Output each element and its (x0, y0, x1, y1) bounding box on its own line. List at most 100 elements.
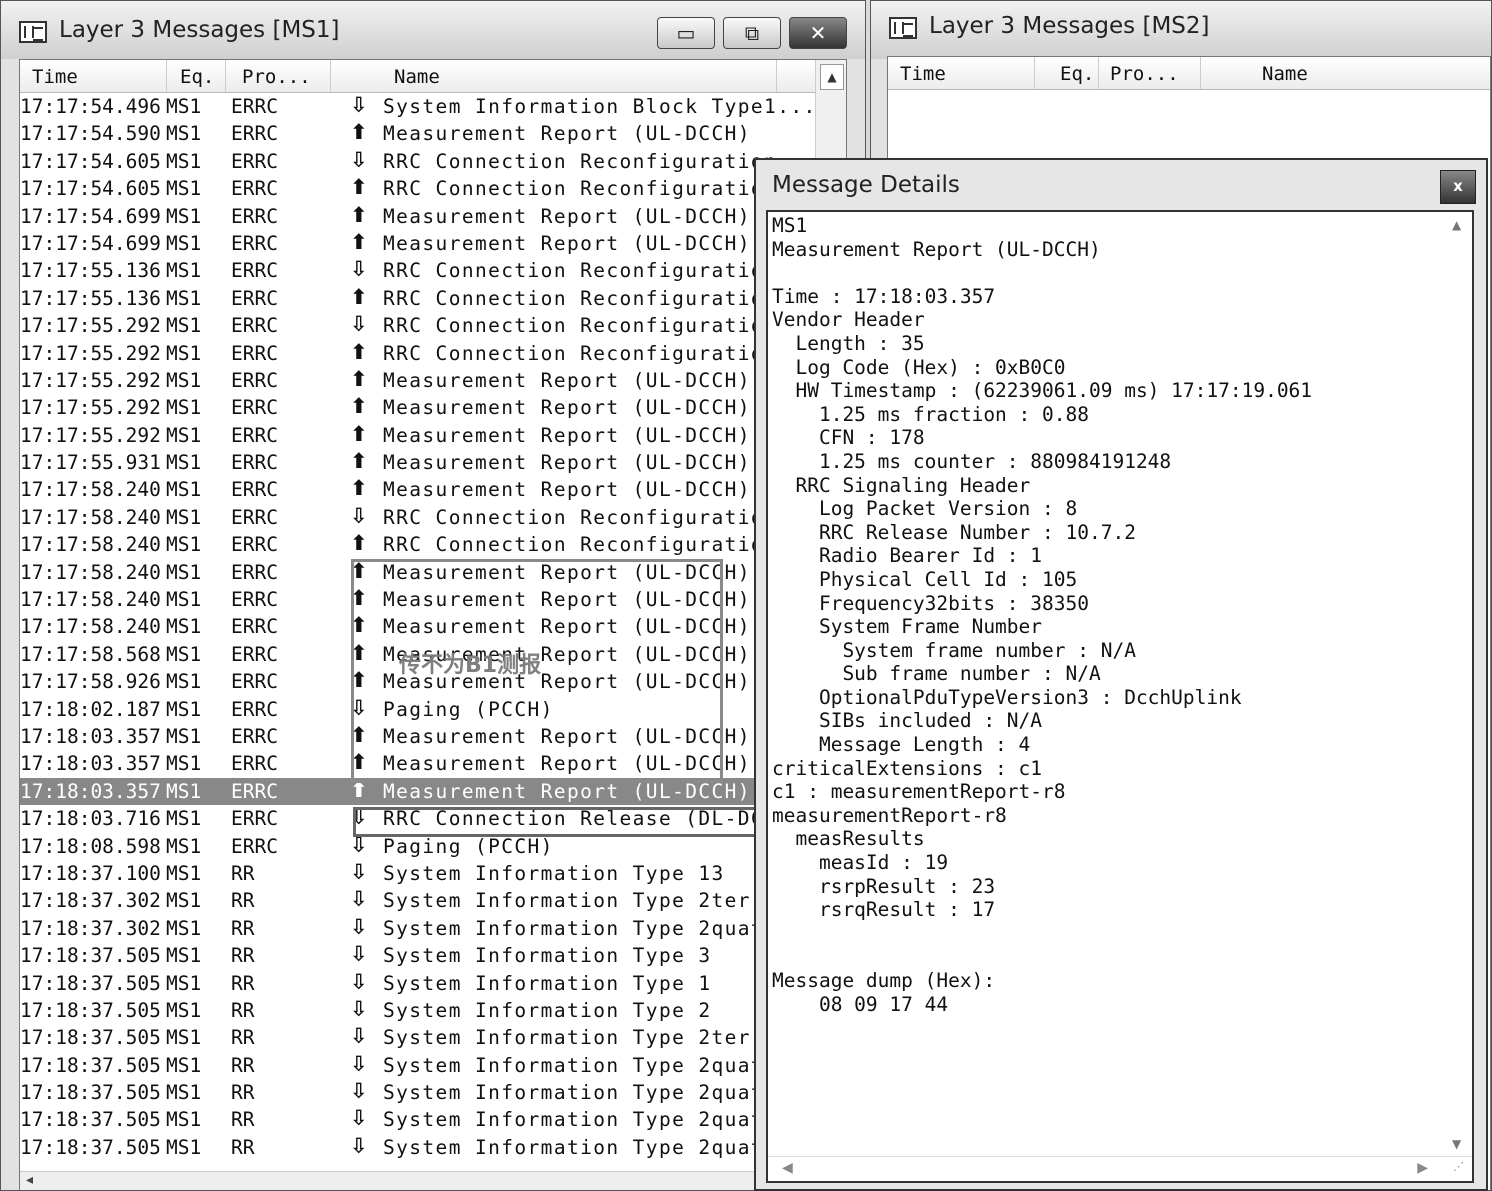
column-header-protocol[interactable]: Pro... (1110, 63, 1179, 85)
detail-line: Physical Cell Id : 105 (772, 567, 1078, 591)
detail-line: SIBs included : N/A (772, 709, 1043, 733)
scroll-up-arrow-icon[interactable]: ▲ (1452, 218, 1461, 232)
scroll-down-arrow-icon[interactable]: ▼ (1452, 1137, 1461, 1151)
scroll-left-arrow-icon[interactable]: ◂ (26, 1172, 33, 1188)
table-row[interactable]: 17:17:55.292 MS1 ERRC ⬆ RRC Connection Recon… (20, 340, 846, 367)
table-row[interactable]: 17:17:55.931 MS1 ERRC ⬆ Measurement Report (… (20, 449, 846, 476)
table-row[interactable]: 17:17:58.240 MS1 ERRC ⬆ Measurement Report (… (20, 586, 846, 613)
table-row[interactable]: 17:17:55.292 MS1 ERRC ⬆ Measurement Report (… (20, 394, 846, 421)
table-row[interactable]: 17:17:54.699 MS1 ERRC ⬆ Measurement Report (… (20, 230, 846, 257)
detail-line: Measurement Report (UL-DCCH) (772, 237, 1101, 261)
table-row[interactable]: 17:18:37.505 MS1 RR ⇩ System Information Typ… (20, 1052, 846, 1079)
table-row[interactable]: 17:18:37.505 MS1 RR ⇩ System Information Typ… (20, 942, 846, 969)
table-row[interactable]: 17:17:54.590 MS1 ERRC ⬆ Measurement Report (… (20, 120, 846, 147)
row-equipment: MS1 (166, 259, 202, 283)
column-header-name[interactable]: Name (394, 66, 440, 88)
ms1-titlebar[interactable]: Layer 3 Messages [MS1] ▭ ⧉ ✕ (1, 1, 865, 59)
column-header-protocol[interactable]: Pro... (242, 66, 311, 88)
column-header-eq[interactable]: Eq. (1060, 63, 1094, 85)
maximize-button[interactable]: ⧉ (723, 17, 781, 49)
table-row[interactable]: 17:18:37.505 MS1 RR ⇩ System Information Typ… (20, 1134, 846, 1161)
scroll-left-arrow-icon[interactable]: ◀ (782, 1160, 793, 1176)
ms2-titlebar[interactable]: Layer 3 Messages [MS2] (871, 1, 1491, 59)
row-message-name: Measurement Report (UL-DCCH) (383, 752, 751, 776)
row-protocol: RR (231, 1135, 255, 1159)
scroll-up-arrow-icon[interactable]: ▲ (820, 64, 844, 90)
table-row[interactable]: 17:17:55.292 MS1 ERRC ⬆ Measurement Report (… (20, 422, 846, 449)
row-time: 17:18:37.100 (20, 861, 161, 885)
table-row[interactable]: 17:17:58.240 MS1 ERRC ⬆ Measurement Report (… (20, 476, 846, 503)
table-row[interactable]: 17:18:37.302 MS1 RR ⇩ System Information Typ… (20, 915, 846, 942)
table-row[interactable]: 17:18:03.357 MS1 ERRC ⬆ Measurement Report (… (20, 777, 846, 806)
table-row[interactable]: 17:17:54.699 MS1 ERRC ⬆ Measurement Report (… (20, 203, 846, 230)
table-row[interactable]: 17:17:54.496 MS1 ERRC ⇩ System Information B… (20, 93, 846, 120)
table-row[interactable]: 17:17:55.136 MS1 ERRC ⬆ RRC Connection Recon… (20, 285, 846, 312)
row-message-name: System Information Type 2 (383, 998, 712, 1022)
table-row[interactable]: 17:17:58.240 MS1 ERRC ⇩ RRC Connection Recon… (20, 504, 846, 531)
row-protocol: ERRC (231, 834, 278, 858)
details-vertical-scrollbar[interactable]: ▲ ▼ (1446, 212, 1472, 1157)
table-row[interactable]: 17:18:08.598 MS1 ERRC ⇩ Paging (PCCH) (20, 833, 846, 860)
table-row[interactable]: 17:17:58.240 MS1 ERRC ⬆ RRC Connection Recon… (20, 531, 846, 558)
resize-grip-icon[interactable]: ⋰ (1453, 1160, 1464, 1173)
direction-arrow-icon: ⇩ (350, 996, 368, 1021)
table-row[interactable]: 17:17:55.292 MS1 ERRC ⬆ Measurement Report (… (20, 367, 846, 394)
message-details-body[interactable]: MS1 Measurement Report (UL-DCCH) Time : 17… (766, 210, 1474, 1183)
table-row[interactable]: 17:17:58.240 MS1 ERRC ⬆ Measurement Report (… (20, 559, 846, 586)
column-header-time[interactable]: Time (900, 63, 946, 85)
column-header-name[interactable]: Name (1262, 63, 1308, 85)
table-row[interactable]: 17:18:02.187 MS1 ERRC ⇩ Paging (PCCH) (20, 696, 846, 723)
row-time: 17:17:55.136 (20, 286, 161, 310)
table-row[interactable]: 17:18:37.302 MS1 RR ⇩ System Information Typ… (20, 887, 846, 914)
table-row[interactable]: 17:18:03.716 MS1 ERRC ⇩ RRC Connection Relea… (20, 805, 846, 832)
detail-line: Radio Bearer Id : 1 (772, 544, 1043, 568)
layer3-messages-ms1-window: Layer 3 Messages [MS1] ▭ ⧉ ✕ Time Eq. Pr… (0, 0, 866, 1191)
close-button[interactable]: x (1440, 170, 1476, 204)
row-equipment: MS1 (166, 231, 202, 255)
row-time: 17:18:37.505 (20, 1081, 161, 1105)
direction-arrow-icon: ⇩ (350, 1133, 368, 1158)
ms1-window-title: Layer 3 Messages [MS1] (59, 17, 340, 43)
minimize-button[interactable]: ▭ (657, 17, 715, 49)
direction-arrow-icon: ⇩ (350, 832, 368, 857)
row-equipment: MS1 (166, 122, 202, 146)
table-row[interactable]: 17:18:37.505 MS1 RR ⇩ System Information Typ… (20, 997, 846, 1024)
row-protocol: ERRC (231, 533, 278, 557)
row-equipment: MS1 (166, 368, 202, 392)
row-protocol: ERRC (231, 149, 278, 173)
table-row[interactable]: 17:17:54.605 MS1 ERRC ⇩ RRC Connection Recon… (20, 148, 846, 175)
table-row[interactable]: 17:18:03.357 MS1 ERRC ⬆ Measurement Report (… (20, 723, 846, 750)
ms1-horizontal-scrollbar[interactable]: ◂ (20, 1171, 846, 1190)
scroll-right-arrow-icon[interactable]: ▶ (1417, 1160, 1428, 1176)
row-time: 17:17:58.240 (20, 533, 161, 557)
table-row[interactable]: 17:18:37.505 MS1 RR ⇩ System Information Typ… (20, 1024, 846, 1051)
ms1-message-list[interactable]: Time Eq. Pro... Name 17:17:54.496 MS1 ERRC… (19, 59, 847, 1190)
table-row[interactable]: 17:18:03.357 MS1 ERRC ⬆ Measurement Report (… (20, 750, 846, 777)
row-time: 17:17:58.926 (20, 670, 161, 694)
direction-arrow-icon: ⇩ (350, 695, 368, 720)
row-message-name: System Information Type 2quater (383, 1053, 791, 1077)
details-horizontal-scrollbar[interactable]: ◀ ▶ ⋰ (768, 1156, 1472, 1181)
direction-arrow-icon: ⬆ (350, 175, 368, 200)
row-equipment: MS1 (166, 998, 202, 1022)
direction-arrow-icon: ⬆ (350, 750, 368, 775)
row-equipment: MS1 (166, 95, 202, 118)
row-protocol: RR (231, 1081, 255, 1105)
direction-arrow-icon: ⇩ (350, 503, 368, 528)
table-row[interactable]: 17:18:37.505 MS1 RR ⇩ System Information Typ… (20, 1106, 846, 1133)
row-equipment: MS1 (166, 779, 202, 803)
column-header-eq[interactable]: Eq. (180, 66, 214, 88)
detail-line: RRC Signaling Header (772, 473, 1031, 497)
close-button[interactable]: ✕ (789, 17, 847, 49)
column-header-time[interactable]: Time (32, 66, 78, 88)
annotation-label: 传不为B1测报 (399, 653, 542, 678)
direction-arrow-icon: ⇩ (350, 147, 368, 172)
table-row[interactable]: 17:17:54.605 MS1 ERRC ⬆ RRC Connection Recon… (20, 175, 846, 202)
row-protocol: RR (231, 998, 255, 1022)
table-row[interactable]: 17:18:37.100 MS1 RR ⇩ System Information Typ… (20, 860, 846, 887)
table-row[interactable]: 17:17:58.240 MS1 ERRC ⬆ Measurement Report (… (20, 613, 846, 640)
table-row[interactable]: 17:18:37.505 MS1 RR ⇩ System Information Typ… (20, 1079, 846, 1106)
table-row[interactable]: 17:17:55.292 MS1 ERRC ⇩ RRC Connection Recon… (20, 312, 846, 339)
table-row[interactable]: 17:17:55.136 MS1 ERRC ⇩ RRC Connection Recon… (20, 257, 846, 284)
table-row[interactable]: 17:18:37.505 MS1 RR ⇩ System Information Typ… (20, 970, 846, 997)
